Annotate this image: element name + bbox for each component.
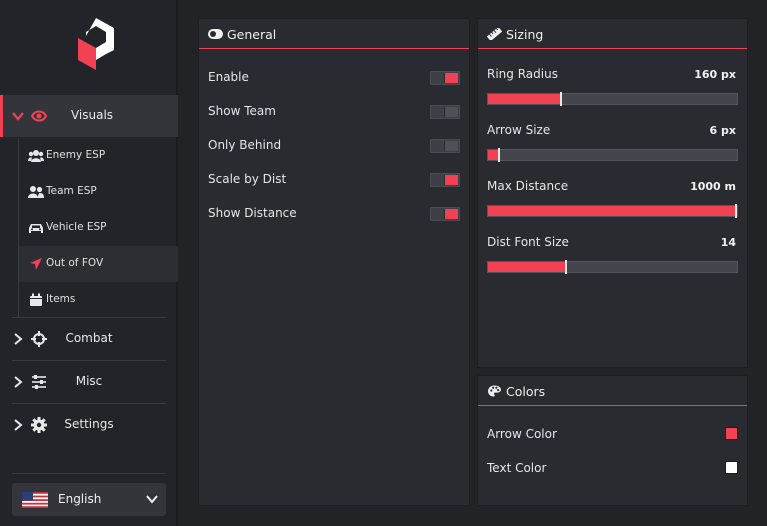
language-select[interactable]: English	[12, 483, 166, 516]
dist-font-size-value: 14	[720, 236, 736, 249]
us-flag-icon	[22, 492, 48, 508]
max-distance-label: Max Distance	[487, 179, 569, 193]
nav-misc[interactable]: Misc	[0, 361, 178, 403]
ring-radius-slider[interactable]	[487, 92, 738, 106]
palette-icon	[488, 385, 501, 397]
ring-radius-label: Ring Radius	[487, 67, 558, 81]
scale-by-dist-toggle[interactable]	[430, 173, 460, 187]
nav-misc-label: Misc	[75, 374, 103, 388]
text-color-label: Text Color	[487, 461, 547, 475]
only-behind-toggle[interactable]	[430, 139, 460, 153]
slider-fill	[488, 150, 498, 160]
sidebar-item-label: Team ESP	[46, 185, 97, 197]
arrow-color-swatch[interactable]	[725, 427, 738, 440]
toggle-icon	[208, 29, 223, 39]
sidebar-item-label: Out of FOV	[46, 257, 104, 269]
sidebar-item-team-esp[interactable]: Team ESP	[18, 174, 178, 210]
colors-header: Colors	[478, 376, 747, 406]
show-team-toggle[interactable]	[430, 105, 460, 119]
colors-title: Colors	[506, 384, 546, 399]
sizing-header: Sizing	[478, 19, 747, 49]
enable-label: Enable	[208, 70, 249, 84]
nav-settings-label: Settings	[64, 417, 114, 431]
nav-combat[interactable]: Combat	[0, 318, 178, 360]
sidebar-item-enemy-esp[interactable]: Enemy ESP	[18, 138, 178, 174]
nav-visuals[interactable]: Visuals	[0, 95, 178, 137]
slider-fill	[488, 206, 737, 216]
arrow-size-value: 6 px	[709, 124, 736, 137]
sizing-title: Sizing	[506, 27, 544, 42]
general-title: General	[227, 27, 277, 42]
enable-toggle[interactable]	[430, 71, 460, 85]
slider-handle[interactable]	[560, 92, 562, 106]
ruler-icon	[487, 28, 502, 40]
ring-radius-value: 160 px	[694, 68, 736, 81]
max-distance-slider[interactable]	[487, 204, 738, 218]
show-team-label: Show Team	[208, 104, 276, 118]
text-color-swatch[interactable]	[725, 461, 738, 474]
nav-combat-label: Combat	[65, 331, 113, 345]
box-icon	[30, 293, 42, 306]
general-panel: General Enable Show Team Only Behind Sca…	[198, 18, 470, 506]
sidebar-item-label: Items	[46, 293, 76, 305]
sidebar: Visuals Enemy ESP Team ESP Vehicle ESP O…	[0, 0, 178, 526]
show-distance-label: Show Distance	[208, 206, 297, 220]
car-icon	[29, 224, 43, 233]
chevron-down-icon	[146, 495, 158, 504]
slider-fill	[488, 94, 560, 104]
nav-visuals-label: Visuals	[70, 108, 114, 122]
nav-settings[interactable]: Settings	[0, 404, 178, 446]
location-arrow-icon	[30, 258, 42, 270]
arrow-size-label: Arrow Size	[487, 123, 551, 137]
sidebar-item-items[interactable]: Items	[18, 282, 178, 318]
arrow-color-label: Arrow Color	[487, 427, 557, 441]
divider	[12, 473, 166, 474]
only-behind-label: Only Behind	[208, 138, 282, 152]
dist-font-size-slider[interactable]	[487, 260, 738, 274]
sidebar-item-out-of-fov[interactable]: Out of FOV	[18, 246, 178, 282]
scale-by-dist-label: Scale by Dist	[208, 172, 287, 186]
slider-handle[interactable]	[565, 260, 567, 274]
language-label: English	[58, 492, 102, 506]
sidebar-item-vehicle-esp[interactable]: Vehicle ESP	[18, 210, 178, 246]
sidebar-item-label: Enemy ESP	[46, 149, 106, 161]
sizing-panel: Sizing Ring Radius 160 px Arrow Size 6 p…	[477, 18, 748, 368]
dist-font-size-label: Dist Font Size	[487, 235, 569, 249]
arrow-size-slider[interactable]	[487, 148, 738, 162]
sidebar-item-label: Vehicle ESP	[46, 221, 107, 233]
general-header: General	[199, 19, 469, 49]
users-group-icon	[28, 150, 44, 162]
show-distance-toggle[interactable]	[430, 207, 460, 221]
colors-panel: Colors Arrow Color Text Color	[477, 375, 748, 506]
logo-icon	[78, 18, 114, 70]
users-icon	[28, 186, 44, 198]
max-distance-value: 1000 m	[690, 180, 736, 193]
slider-fill	[488, 262, 565, 272]
slider-handle[interactable]	[498, 148, 500, 162]
slider-handle[interactable]	[735, 204, 737, 218]
